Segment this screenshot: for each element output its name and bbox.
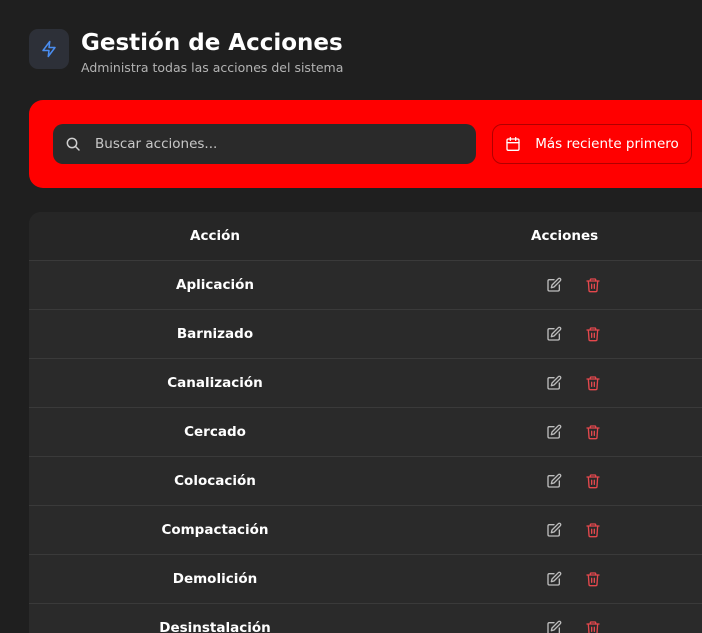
trash-icon[interactable] — [582, 617, 604, 633]
row-actions — [401, 470, 702, 492]
action-name: Cercado — [184, 424, 246, 440]
action-name: Aplicación — [176, 277, 254, 293]
edit-icon[interactable] — [543, 568, 565, 590]
lightning-icon — [40, 40, 58, 58]
table-row: Canalización — [29, 359, 702, 408]
edit-icon[interactable] — [543, 470, 565, 492]
trash-icon[interactable] — [582, 470, 604, 492]
header-logo-tile — [29, 29, 69, 69]
column-header-action: Acción — [190, 228, 240, 244]
page-header: Gestión de Acciones Administra todas las… — [29, 29, 343, 75]
page-title: Gestión de Acciones — [81, 30, 343, 56]
sort-order-label: Más reciente primero — [535, 136, 679, 152]
table-row: Demolición — [29, 555, 702, 604]
action-name: Barnizado — [176, 326, 254, 342]
edit-icon[interactable] — [543, 274, 565, 296]
table-row: Barnizado — [29, 310, 702, 359]
table-row: Cercado — [29, 408, 702, 457]
table-row: Colocación — [29, 457, 702, 506]
row-actions — [401, 568, 702, 590]
trash-icon[interactable] — [582, 519, 604, 541]
action-name: Compactación — [161, 522, 269, 538]
row-actions — [401, 323, 702, 345]
edit-icon[interactable] — [543, 617, 565, 633]
column-header-actions: Acciones — [531, 228, 599, 244]
action-name: Canalización — [167, 375, 263, 391]
page: Gestión de Acciones Administra todas las… — [0, 0, 702, 633]
row-actions — [401, 372, 702, 394]
trash-icon[interactable] — [582, 323, 604, 345]
action-name: Desinstalación — [159, 620, 271, 633]
page-subtitle: Administra todas las acciones del sistem… — [81, 60, 344, 75]
search-box[interactable] — [53, 124, 476, 164]
edit-icon[interactable] — [543, 519, 565, 541]
table-row: Desinstalación — [29, 604, 702, 633]
trash-icon[interactable] — [582, 372, 604, 394]
trash-icon[interactable] — [582, 274, 604, 296]
edit-icon[interactable] — [543, 372, 565, 394]
row-actions — [401, 421, 702, 443]
edit-icon[interactable] — [543, 421, 565, 443]
action-name: Demolición — [172, 571, 258, 587]
trash-icon[interactable] — [582, 568, 604, 590]
sort-order-button[interactable]: Más reciente primero — [492, 124, 692, 164]
row-actions — [401, 274, 702, 296]
search-input[interactable] — [93, 135, 457, 153]
actions-table: Acción Acciones Aplicación Barnizado Canal… — [29, 212, 702, 633]
row-actions — [401, 519, 702, 541]
table-row: Aplicación — [29, 261, 702, 310]
action-name: Colocación — [174, 473, 256, 489]
table-header: Acción Acciones — [29, 212, 702, 261]
calendar-icon — [505, 136, 521, 152]
search-icon — [65, 136, 81, 152]
filter-toolbar: Más reciente primero — [29, 100, 702, 188]
trash-icon[interactable] — [582, 421, 604, 443]
table-body: Aplicación Barnizado Canalización Cercado Co… — [29, 261, 702, 633]
header-text: Gestión de Acciones Administra todas las… — [81, 29, 343, 75]
table-row: Compactación — [29, 506, 702, 555]
row-actions — [401, 617, 702, 633]
edit-icon[interactable] — [543, 323, 565, 345]
